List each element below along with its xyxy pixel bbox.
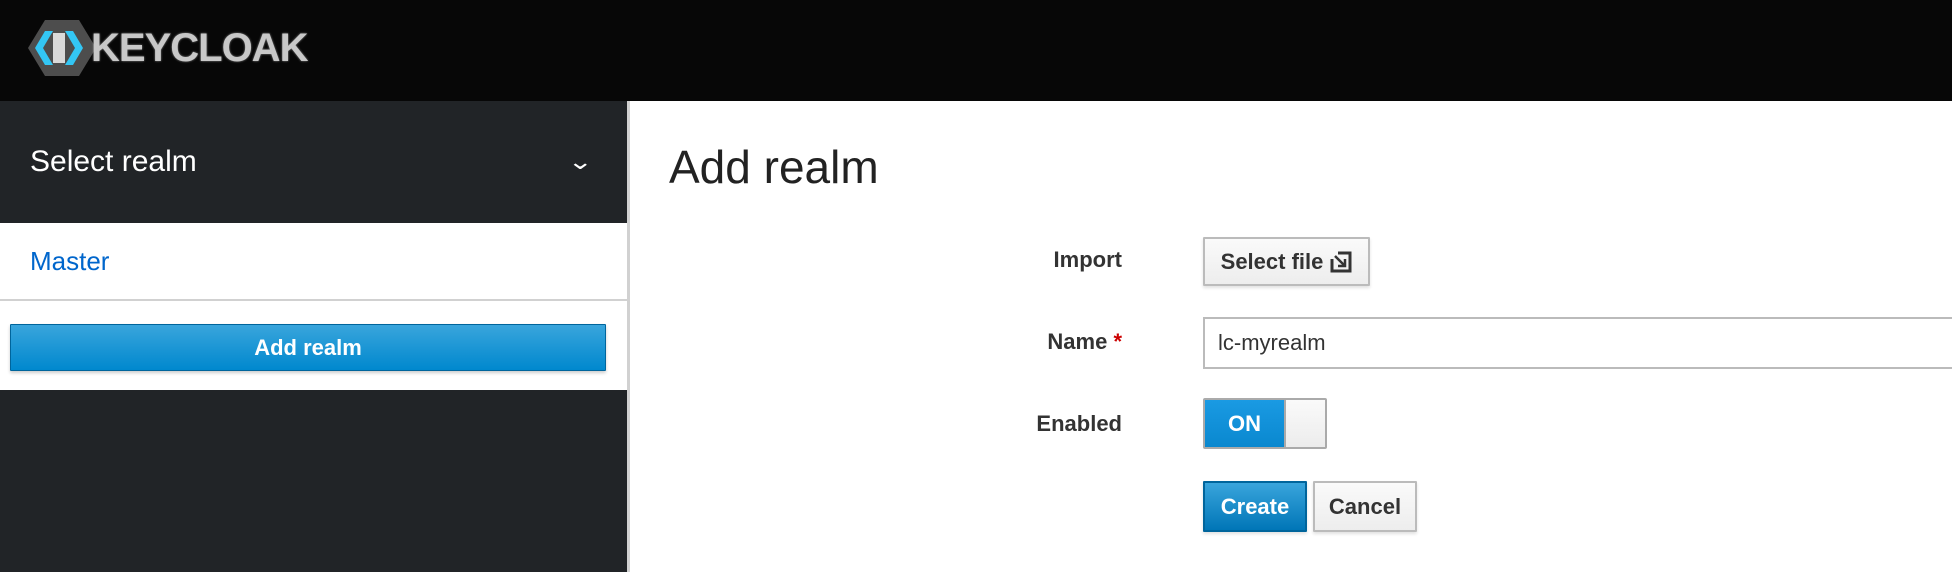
toggle-on-label: ON [1205,400,1284,447]
required-marker: * [1113,329,1122,354]
cancel-button[interactable]: Cancel [1313,481,1417,532]
realm-selector[interactable]: Select realm ⌄ [0,101,627,223]
keycloak-logo[interactable]: KEYCLOAK [27,19,308,77]
top-header: KEYCLOAK [0,0,1952,101]
toggle-knob [1284,400,1325,447]
page-title: Add realm [669,141,879,193]
name-label-text: Name [1047,329,1108,354]
import-icon [1330,251,1352,272]
realm-item-master[interactable]: Master [0,223,627,301]
select-file-button[interactable]: Select file [1203,237,1370,286]
enabled-label: Enabled [1036,411,1122,436]
name-label: Name * [1047,329,1122,355]
import-label: Import [1053,247,1122,272]
name-input[interactable] [1203,317,1952,369]
sidebar-divider [627,101,630,572]
chevron-down-icon: ⌄ [566,149,593,174]
brand-name: KEYCLOAK [91,25,308,70]
select-file-label: Select file [1220,248,1324,274]
enabled-toggle[interactable]: ON [1203,398,1327,449]
add-realm-button[interactable]: Add realm [10,324,606,371]
realm-selector-label: Select realm [30,145,197,178]
keycloak-logo-icon [28,20,96,76]
sidebar: Select realm ⌄ Master Add realm [0,101,627,572]
create-button[interactable]: Create [1203,481,1307,532]
